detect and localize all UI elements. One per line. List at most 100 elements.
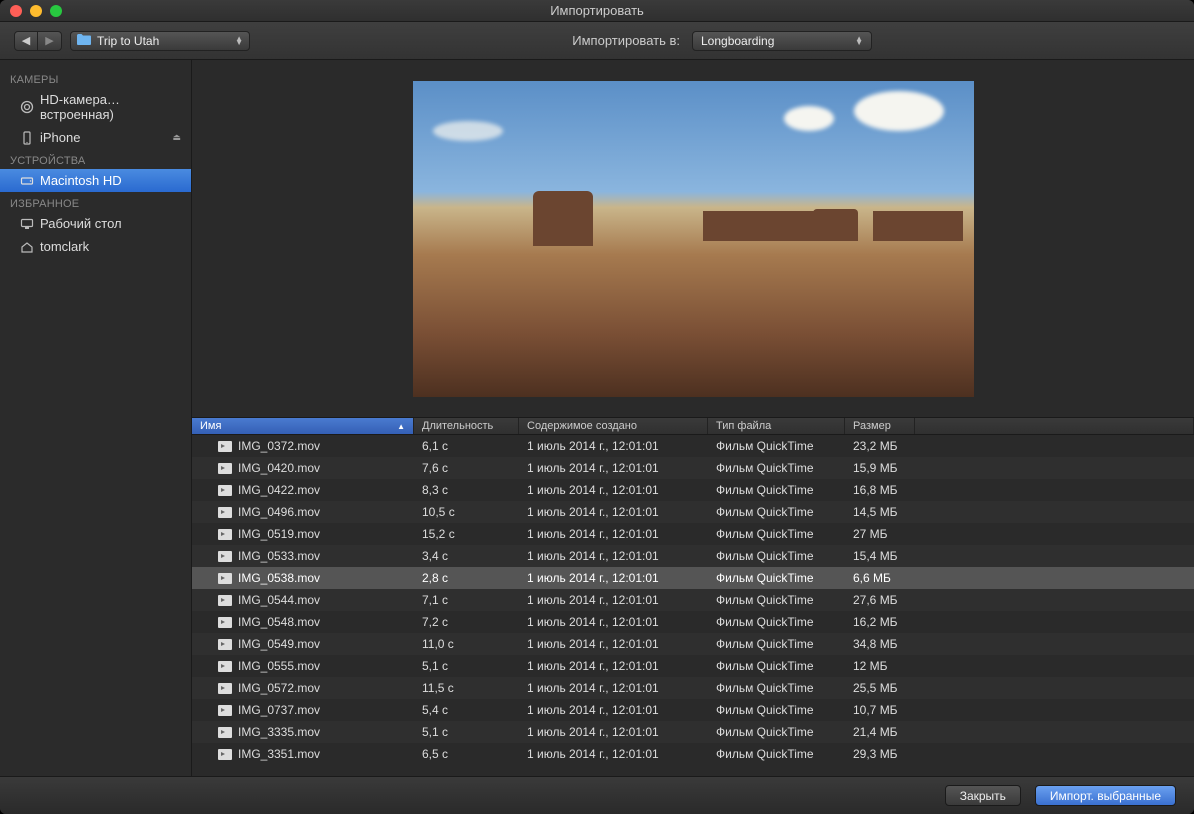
- phone-icon: [20, 131, 34, 145]
- column-spacer: [915, 418, 1194, 434]
- cell-duration: 8,3 с: [414, 483, 519, 497]
- preview-image: [413, 81, 974, 397]
- cell-name: IMG_0544.mov: [192, 593, 414, 607]
- column-duration[interactable]: Длительность: [414, 418, 519, 434]
- eject-icon[interactable]: ⏏: [172, 132, 181, 143]
- column-name[interactable]: Имя▲: [192, 418, 414, 434]
- sidebar-item[interactable]: iPhone⏏: [0, 126, 191, 149]
- movie-file-icon: [218, 639, 232, 650]
- cell-duration: 6,5 с: [414, 747, 519, 761]
- movie-file-icon: [218, 529, 232, 540]
- cell-type: Фильм QuickTime: [708, 593, 845, 607]
- cell-created: 1 июль 2014 г., 12:01:01: [519, 637, 708, 651]
- cell-created: 1 июль 2014 г., 12:01:01: [519, 483, 708, 497]
- cell-type: Фильм QuickTime: [708, 439, 845, 453]
- sidebar: КАМЕРЫHD-камера…встроенная)iPhone⏏УСТРОЙ…: [0, 60, 192, 776]
- table-row[interactable]: IMG_0548.mov7,2 с1 июль 2014 г., 12:01:0…: [192, 611, 1194, 633]
- cell-type: Фильм QuickTime: [708, 549, 845, 563]
- movie-file-icon: [218, 507, 232, 518]
- cell-duration: 11,0 с: [414, 637, 519, 651]
- folder-name: Trip to Utah: [97, 34, 159, 48]
- cell-size: 12 МБ: [845, 659, 915, 673]
- movie-file-icon: [218, 551, 232, 562]
- table-row[interactable]: IMG_0555.mov5,1 с1 июль 2014 г., 12:01:0…: [192, 655, 1194, 677]
- sidebar-item[interactable]: HD-камера…встроенная): [0, 88, 191, 126]
- table-row[interactable]: IMG_0519.mov15,2 с1 июль 2014 г., 12:01:…: [192, 523, 1194, 545]
- cell-name: IMG_0533.mov: [192, 549, 414, 563]
- import-selected-button[interactable]: Импорт. выбранные: [1035, 785, 1176, 806]
- import-window: Импортировать ◀ ▶ Trip to Utah ▲▼ Импорт…: [0, 0, 1194, 814]
- destination-select[interactable]: Longboarding ▲▼: [692, 31, 872, 51]
- cell-type: Фильм QuickTime: [708, 637, 845, 651]
- sidebar-item[interactable]: Macintosh HD: [0, 169, 191, 192]
- table-row[interactable]: IMG_0549.mov11,0 с1 июль 2014 г., 12:01:…: [192, 633, 1194, 655]
- cell-created: 1 июль 2014 г., 12:01:01: [519, 505, 708, 519]
- sidebar-item[interactable]: tomclark: [0, 235, 191, 258]
- movie-file-icon: [218, 595, 232, 606]
- table-row[interactable]: IMG_0496.mov10,5 с1 июль 2014 г., 12:01:…: [192, 501, 1194, 523]
- cell-size: 16,8 МБ: [845, 483, 915, 497]
- desktop-icon: [20, 217, 34, 231]
- cell-name: IMG_0572.mov: [192, 681, 414, 695]
- table-row[interactable]: IMG_0538.mov2,8 с1 июль 2014 г., 12:01:0…: [192, 567, 1194, 589]
- cell-created: 1 июль 2014 г., 12:01:01: [519, 747, 708, 761]
- cell-type: Фильм QuickTime: [708, 725, 845, 739]
- table-body[interactable]: IMG_0372.mov6,1 с1 июль 2014 г., 12:01:0…: [192, 435, 1194, 776]
- table-row[interactable]: IMG_0572.mov11,5 с1 июль 2014 г., 12:01:…: [192, 677, 1194, 699]
- cell-duration: 11,5 с: [414, 681, 519, 695]
- sidebar-item[interactable]: Рабочий стол: [0, 212, 191, 235]
- cell-size: 34,8 МБ: [845, 637, 915, 651]
- cell-type: Фильм QuickTime: [708, 681, 845, 695]
- table-row[interactable]: IMG_0737.mov5,4 с1 июль 2014 г., 12:01:0…: [192, 699, 1194, 721]
- close-button[interactable]: Закрыть: [945, 785, 1021, 806]
- sidebar-section-header: ИЗБРАННОЕ: [0, 192, 191, 212]
- import-to-label: Импортировать в:: [572, 33, 680, 48]
- cell-created: 1 июль 2014 г., 12:01:01: [519, 571, 708, 585]
- table-row[interactable]: IMG_3335.mov5,1 с1 июль 2014 г., 12:01:0…: [192, 721, 1194, 743]
- cell-duration: 6,1 с: [414, 439, 519, 453]
- back-button[interactable]: ◀: [14, 31, 38, 51]
- cell-type: Фильм QuickTime: [708, 703, 845, 717]
- column-created[interactable]: Содержимое создано: [519, 418, 708, 434]
- cell-name: IMG_0519.mov: [192, 527, 414, 541]
- table-row[interactable]: IMG_0544.mov7,1 с1 июль 2014 г., 12:01:0…: [192, 589, 1194, 611]
- cell-size: 23,2 МБ: [845, 439, 915, 453]
- column-type[interactable]: Тип файла: [708, 418, 845, 434]
- cell-name: IMG_3351.mov: [192, 747, 414, 761]
- movie-file-icon: [218, 441, 232, 452]
- cell-size: 10,7 МБ: [845, 703, 915, 717]
- cell-name: IMG_0549.mov: [192, 637, 414, 651]
- window-title: Импортировать: [0, 3, 1194, 18]
- cell-duration: 5,1 с: [414, 725, 519, 739]
- cell-type: Фильм QuickTime: [708, 659, 845, 673]
- cell-created: 1 июль 2014 г., 12:01:01: [519, 659, 708, 673]
- cell-name: IMG_0548.mov: [192, 615, 414, 629]
- table-row[interactable]: IMG_0420.mov7,6 с1 июль 2014 г., 12:01:0…: [192, 457, 1194, 479]
- footer: Закрыть Импорт. выбранные: [0, 776, 1194, 814]
- table-row[interactable]: IMG_0533.mov3,4 с1 июль 2014 г., 12:01:0…: [192, 545, 1194, 567]
- cell-type: Фильм QuickTime: [708, 527, 845, 541]
- movie-file-icon: [218, 749, 232, 760]
- movie-file-icon: [218, 617, 232, 628]
- column-size[interactable]: Размер: [845, 418, 915, 434]
- table-row[interactable]: IMG_0422.mov8,3 с1 июль 2014 г., 12:01:0…: [192, 479, 1194, 501]
- home-icon: [20, 240, 34, 254]
- cell-duration: 10,5 с: [414, 505, 519, 519]
- nav-buttons: ◀ ▶: [14, 31, 62, 51]
- cell-created: 1 июль 2014 г., 12:01:01: [519, 593, 708, 607]
- table-row[interactable]: IMG_3351.mov6,5 с1 июль 2014 г., 12:01:0…: [192, 743, 1194, 765]
- movie-file-icon: [218, 573, 232, 584]
- movie-file-icon: [218, 661, 232, 672]
- cell-type: Фильм QuickTime: [708, 505, 845, 519]
- forward-button[interactable]: ▶: [38, 31, 62, 51]
- cell-size: 29,3 МБ: [845, 747, 915, 761]
- table-row[interactable]: IMG_0372.mov6,1 с1 июль 2014 г., 12:01:0…: [192, 435, 1194, 457]
- camera-icon: [20, 100, 34, 114]
- cell-size: 15,9 МБ: [845, 461, 915, 475]
- cell-duration: 3,4 с: [414, 549, 519, 563]
- cell-size: 14,5 МБ: [845, 505, 915, 519]
- cell-size: 25,5 МБ: [845, 681, 915, 695]
- movie-file-icon: [218, 463, 232, 474]
- folder-select[interactable]: Trip to Utah ▲▼: [70, 31, 250, 51]
- movie-file-icon: [218, 683, 232, 694]
